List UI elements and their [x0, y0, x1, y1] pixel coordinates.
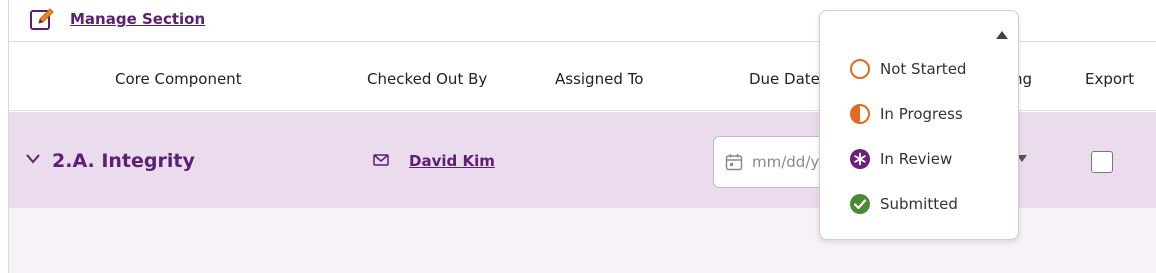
status-option-label: In Progress: [880, 105, 963, 123]
status-option-label: Submitted: [880, 195, 958, 213]
export-checkbox[interactable]: [1091, 151, 1113, 173]
check-circle-icon: [850, 194, 870, 214]
edit-icon[interactable]: [29, 7, 55, 33]
circle-outline-icon: [850, 59, 870, 79]
section-title: 2.A. Integrity: [52, 150, 195, 172]
chevron-down-icon[interactable]: [25, 152, 41, 166]
mail-icon[interactable]: [373, 154, 389, 166]
status-option-not-started[interactable]: Not Started: [820, 51, 1018, 87]
column-header-assigned-to: Assigned To: [555, 70, 644, 88]
checked-out-by-link[interactable]: David Kim: [409, 152, 495, 170]
asterisk-circle-icon: [850, 149, 870, 169]
column-header-export: Export: [1085, 70, 1135, 88]
calendar-icon[interactable]: [725, 153, 743, 171]
column-header-due-date: Due Date: [749, 70, 820, 88]
caret-up-icon[interactable]: [996, 31, 1008, 39]
status-option-submitted[interactable]: Submitted: [820, 186, 1018, 222]
status-option-in-progress[interactable]: In Progress: [820, 96, 1018, 132]
status-dropdown-menu: Not Started In Progress In Review Submit…: [819, 10, 1019, 240]
manage-section-link[interactable]: Manage Section: [70, 10, 205, 28]
column-header-core-component: Core Component: [115, 70, 242, 88]
column-header-checked-out-by: Checked Out By: [367, 70, 488, 88]
status-option-label: Not Started: [880, 60, 967, 78]
status-option-label: In Review: [880, 150, 953, 168]
half-circle-icon: [850, 104, 870, 124]
status-option-in-review[interactable]: In Review: [820, 141, 1018, 177]
due-date-placeholder: mm/dd/yy: [752, 153, 829, 171]
